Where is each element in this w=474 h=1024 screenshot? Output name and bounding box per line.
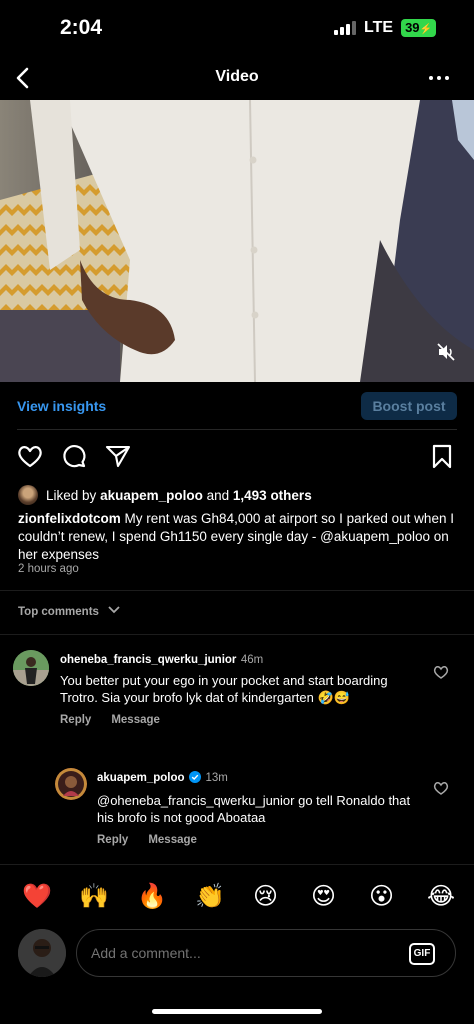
comment-icon[interactable]: [60, 442, 88, 470]
status-indicators: LTE 39⚡: [334, 19, 436, 37]
avatar: [18, 929, 66, 977]
network-label: LTE: [364, 19, 394, 36]
comment-reply-item: akuapem_poloo 13m @oheneba_francis_qwerk…: [0, 766, 474, 846]
comment-time: 46m: [240, 654, 264, 666]
post-caption: zionfelixdotcom My rent was Gh84,000 at …: [18, 510, 458, 564]
emoji-heart[interactable]: ❤️: [22, 880, 52, 912]
divider: [17, 429, 457, 430]
comment-input-placeholder: Add a comment...: [91, 945, 201, 961]
heart-icon[interactable]: [433, 780, 449, 796]
comment-time: 13m: [205, 772, 228, 784]
comment-input-row: Add a comment... GIF: [0, 926, 474, 982]
liked-by-user[interactable]: akuapem_poloo: [100, 488, 203, 503]
boost-post-button[interactable]: Boost post: [361, 392, 457, 420]
reply-button[interactable]: Reply: [60, 714, 91, 726]
heart-icon[interactable]: [16, 442, 44, 470]
insights-row: View insights Boost post: [0, 388, 474, 428]
divider: [0, 590, 474, 591]
bookmark-icon[interactable]: [428, 442, 456, 470]
comment-username[interactable]: akuapem_poloo: [97, 772, 185, 784]
emoji-clap[interactable]: 👏: [195, 880, 225, 912]
battery-icon: 39⚡: [401, 19, 436, 37]
view-insights-link[interactable]: View insights: [17, 398, 106, 414]
divider: [0, 864, 474, 865]
liked-by-conjunction: and: [206, 487, 230, 503]
liked-by-prefix: Liked by: [46, 487, 97, 503]
emoji-fire[interactable]: 🔥: [137, 880, 167, 912]
speaker-muted-icon[interactable]: [436, 342, 456, 362]
top-comments-dropdown[interactable]: Top comments: [18, 605, 121, 618]
post-time: 2 hours ago: [18, 563, 79, 575]
more-horizontal-icon[interactable]: [428, 64, 450, 92]
nav-bar: Video: [0, 56, 474, 100]
page-title: Video: [215, 68, 259, 85]
message-button[interactable]: Message: [111, 714, 160, 726]
avatar[interactable]: [55, 768, 87, 800]
emoji-laughing[interactable]: 😂: [427, 880, 455, 912]
gif-button[interactable]: GIF: [409, 943, 435, 965]
reply-button[interactable]: Reply: [97, 834, 128, 846]
home-indicator: [152, 1009, 322, 1014]
avatar[interactable]: [13, 650, 49, 686]
comment-item: oheneba_francis_qwerku_junior 46m You be…: [0, 648, 474, 738]
comment-text: You better put your ego in your pocket a…: [60, 673, 388, 705]
emoji-reaction-bar: ❤️ 🙌 🔥 👏 😢 😍 😮 😂: [0, 880, 474, 912]
chevron-down-icon: [107, 605, 121, 618]
status-bar: 2:04 LTE 39⚡: [0, 0, 474, 56]
message-button[interactable]: Message: [148, 834, 197, 846]
emoji-surprised[interactable]: 😮: [369, 880, 394, 912]
video-frame: [0, 100, 474, 382]
emoji-raised-hands[interactable]: 🙌: [79, 880, 109, 912]
video-player[interactable]: [0, 100, 474, 382]
liked-by-text: Liked by akuapem_poloo and 1,493 others: [46, 488, 312, 503]
emoji-crying[interactable]: 😢: [253, 880, 278, 912]
comment-username[interactable]: oheneba_francis_qwerku_junior: [60, 654, 236, 666]
top-comments-label: Top comments: [18, 605, 99, 618]
verified-badge-icon: [189, 770, 202, 788]
post-actions: [0, 440, 474, 474]
emoji-heart-eyes[interactable]: 😍: [311, 880, 336, 912]
comment-input[interactable]: Add a comment... GIF: [76, 929, 456, 977]
heart-icon[interactable]: [433, 664, 449, 680]
signal-icon: [334, 21, 357, 35]
avatar: [18, 485, 38, 505]
liked-by-others[interactable]: 1,493 others: [233, 488, 312, 503]
status-time: 2:04: [60, 16, 103, 39]
caption-user[interactable]: zionfelixdotcom: [18, 511, 121, 526]
send-icon[interactable]: [104, 442, 132, 470]
comment-text: @oheneba_francis_qwerku_junior go tell R…: [97, 793, 411, 825]
battery-level: 39: [405, 20, 420, 35]
liked-by[interactable]: Liked by akuapem_poloo and 1,493 others: [18, 484, 312, 506]
divider: [0, 634, 474, 635]
